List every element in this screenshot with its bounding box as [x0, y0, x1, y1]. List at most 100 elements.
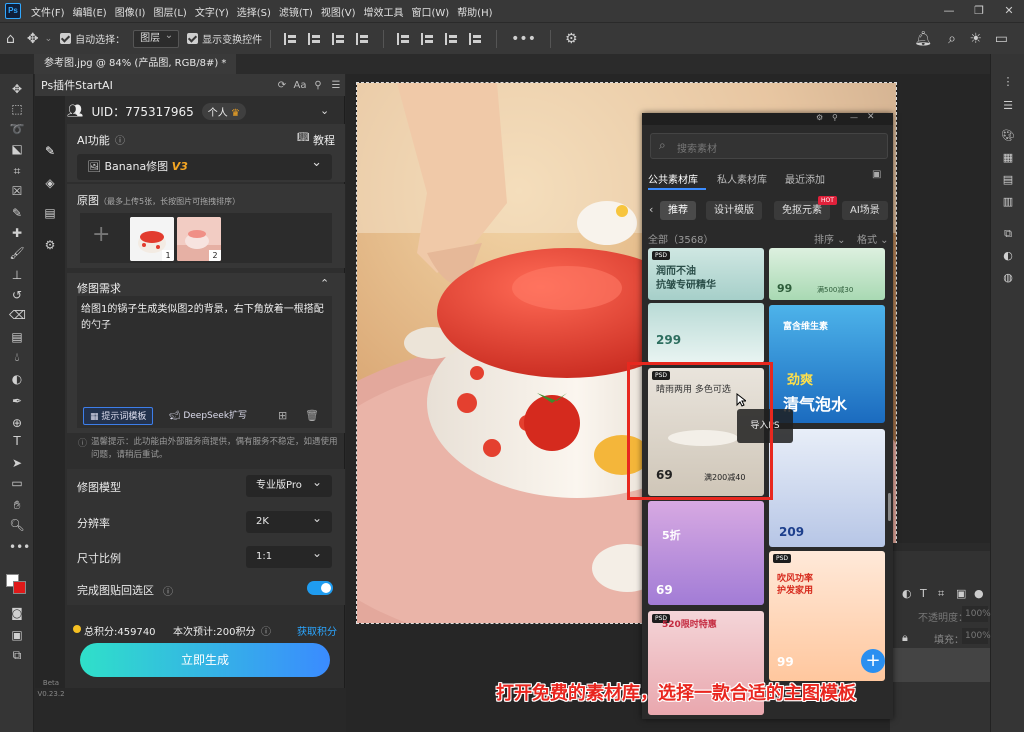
background-color-swatch[interactable] — [13, 581, 26, 594]
thumbnail-2[interactable]: 2 — [177, 217, 221, 261]
chevron-down-icon[interactable]: ⌄ — [320, 104, 329, 117]
align-top-icon[interactable] — [397, 32, 411, 45]
settings-icon[interactable]: ⚙ — [43, 238, 57, 252]
auto-select-checkbox[interactable] — [60, 33, 72, 44]
document-tab[interactable]: 参考图.jpg @ 84% (产品图, RGB/8#) * — [34, 54, 237, 74]
info-icon[interactable]: ⓘ — [163, 583, 173, 598]
share-icon[interactable]: ⧉ — [9, 648, 25, 662]
screen-mode-icon[interactable]: ▣ — [9, 628, 25, 642]
material-search-input[interactable]: ⌕ 搜索素材 — [650, 133, 888, 159]
align-middle-icon[interactable] — [421, 32, 435, 45]
requirement-text[interactable]: 给图1的锅子生成类似图2的背景，右下角放着一根搭配的勺子 — [81, 302, 327, 382]
menu-plugins[interactable]: 增效工具 — [359, 4, 407, 19]
lock-icon[interactable]: 🔒︎ — [902, 631, 908, 645]
frame-tool-icon[interactable]: ☒ — [9, 184, 25, 198]
more-options-icon[interactable]: ••• — [505, 31, 542, 47]
deepseek-button[interactable]: 🐋︎ DeepSeek扩写 — [163, 407, 253, 425]
align-right-icon[interactable] — [332, 32, 346, 45]
adjustments-icon[interactable]: ◐ — [1001, 250, 1015, 262]
info-icon[interactable]: ⓘ — [261, 623, 271, 638]
show-transform-checkbox[interactable] — [187, 33, 199, 44]
notification-icon[interactable]: 🔔︎ — [908, 31, 938, 47]
hand-tool-icon[interactable]: ✋︎ — [9, 498, 25, 512]
eraser-tool-icon[interactable]: ⌫ — [9, 308, 26, 322]
edit-toolbar-icon[interactable]: ••• — [9, 540, 30, 554]
type-tool-icon[interactable]: T — [9, 434, 25, 448]
distribute-icon[interactable] — [356, 32, 370, 45]
menu-layer[interactable]: 图层(L) — [149, 4, 190, 19]
opacity-input[interactable]: 100% — [962, 606, 991, 622]
menu-edit[interactable]: 编辑(E) — [69, 4, 111, 19]
brush-tool-icon[interactable]: 🖌︎ — [9, 246, 25, 260]
minimize-icon[interactable]: — — [850, 113, 858, 122]
menu-view[interactable]: 视图(V) — [317, 4, 360, 19]
search-icon[interactable]: ⌕ — [942, 31, 962, 47]
move-tool-icon[interactable]: ✥ — [9, 82, 25, 96]
chip-recommended[interactable]: 推荐 — [660, 201, 696, 220]
edit-icon[interactable]: ✎ — [43, 144, 57, 158]
pin-icon[interactable]: ⚲ — [309, 80, 327, 91]
patterns-icon[interactable]: ▥ — [1001, 196, 1015, 208]
align-bottom-icon[interactable] — [445, 32, 459, 45]
trash-icon[interactable]: 🗑︎ — [305, 409, 319, 422]
color-icon[interactable]: 🎨︎ — [1001, 130, 1015, 142]
chevron-down-icon[interactable]: ⌄ — [45, 34, 53, 44]
shape-filter-icon[interactable]: ⌗ — [938, 587, 944, 601]
get-points-link[interactable]: 获取积分 — [297, 623, 337, 638]
properties-icon[interactable]: ⧉ — [1001, 228, 1015, 240]
object-select-tool-icon[interactable]: ⬕ — [9, 142, 25, 156]
menu-image[interactable]: 图像(I) — [111, 4, 150, 19]
close-icon[interactable]: ✕ — [867, 112, 875, 122]
generate-button[interactable]: 立即生成 — [80, 643, 330, 677]
rectangle-tool-icon[interactable]: ▭ — [9, 476, 25, 490]
close-icon[interactable]: ✕ — [994, 0, 1024, 22]
add-material-button[interactable]: + — [861, 649, 885, 673]
quick-mask-icon[interactable]: ◙ — [9, 606, 25, 620]
zoom-tool-icon[interactable]: 🔍︎ — [9, 518, 25, 532]
crop-tool-icon[interactable]: ⌗ — [9, 164, 25, 178]
healing-brush-icon[interactable]: ✚ — [9, 226, 25, 240]
swatches-icon[interactable]: ▦ — [1001, 152, 1015, 164]
filter-toggle-icon[interactable]: ● — [974, 587, 984, 600]
template-card[interactable]: 5折 69 — [648, 501, 764, 605]
ai-function-select[interactable]: 🖼︎ Banana修图 V3 — [77, 150, 332, 180]
ratio-select[interactable]: 1:1 — [246, 542, 332, 568]
adjust-icon[interactable]: ◐ — [902, 587, 912, 600]
history-icon[interactable]: ⊞ — [278, 409, 287, 422]
thumbnail-1[interactable]: 1 — [130, 217, 174, 261]
menu-select[interactable]: 选择(S) — [233, 4, 275, 19]
lasso-tool-icon[interactable]: ➰ — [9, 122, 25, 136]
template-card[interactable]: 209 — [769, 429, 885, 547]
refresh-icon[interactable]: ⟳ — [273, 80, 291, 91]
gear-icon[interactable]: ⚙ — [559, 31, 584, 47]
minimize-icon[interactable]: — — [934, 0, 964, 22]
resolution-select[interactable]: 2K — [246, 507, 332, 533]
account-row[interactable]: 👥︎ UID：775317965 个人 ♛ — [67, 100, 337, 122]
prompt-template-button[interactable]: ▦ 提示词模板 — [83, 407, 154, 425]
home-icon[interactable]: ⌂ — [0, 31, 21, 47]
styles-icon[interactable]: ◍ — [1001, 272, 1015, 284]
template-card[interactable]: PSD 润而不油 抗皱专研精华 — [648, 248, 764, 300]
menu-filter[interactable]: 滤镜(T) — [275, 4, 317, 19]
smart-filter-icon[interactable]: ▣ — [956, 587, 966, 600]
template-card[interactable]: 99 满500减30 — [769, 248, 885, 300]
libraries-icon[interactable]: ☰ — [1001, 100, 1015, 112]
menu-file[interactable]: 文件(F) — [27, 4, 69, 19]
dodge-tool-icon[interactable]: ◐ — [9, 372, 25, 386]
blur-tool-icon[interactable]: 💧︎ — [9, 350, 25, 364]
menu-window[interactable]: 窗口(W) — [407, 4, 453, 19]
tab-public-library[interactable]: 公共素材库 — [648, 171, 698, 186]
align-center-icon[interactable] — [308, 32, 322, 45]
auto-select-target-select[interactable]: 图层 — [133, 28, 180, 48]
chip-design-templates[interactable]: 设计模版 — [706, 201, 762, 220]
type-filter-icon[interactable]: T — [920, 587, 927, 600]
move-tool-icon[interactable]: ✥ — [21, 31, 45, 47]
scrollbar-thumb[interactable] — [888, 493, 891, 521]
chevron-left-icon[interactable]: ‹ — [649, 203, 653, 216]
clone-stamp-icon[interactable]: ⊥ — [9, 268, 25, 282]
model-select[interactable]: 专业版Pro — [246, 471, 332, 497]
add-image-icon[interactable]: + — [92, 222, 110, 247]
template-card[interactable]: 299 — [648, 303, 764, 363]
tab-private-library[interactable]: 私人素材库 — [717, 171, 767, 186]
menu-icon[interactable]: ☰ — [327, 80, 345, 91]
